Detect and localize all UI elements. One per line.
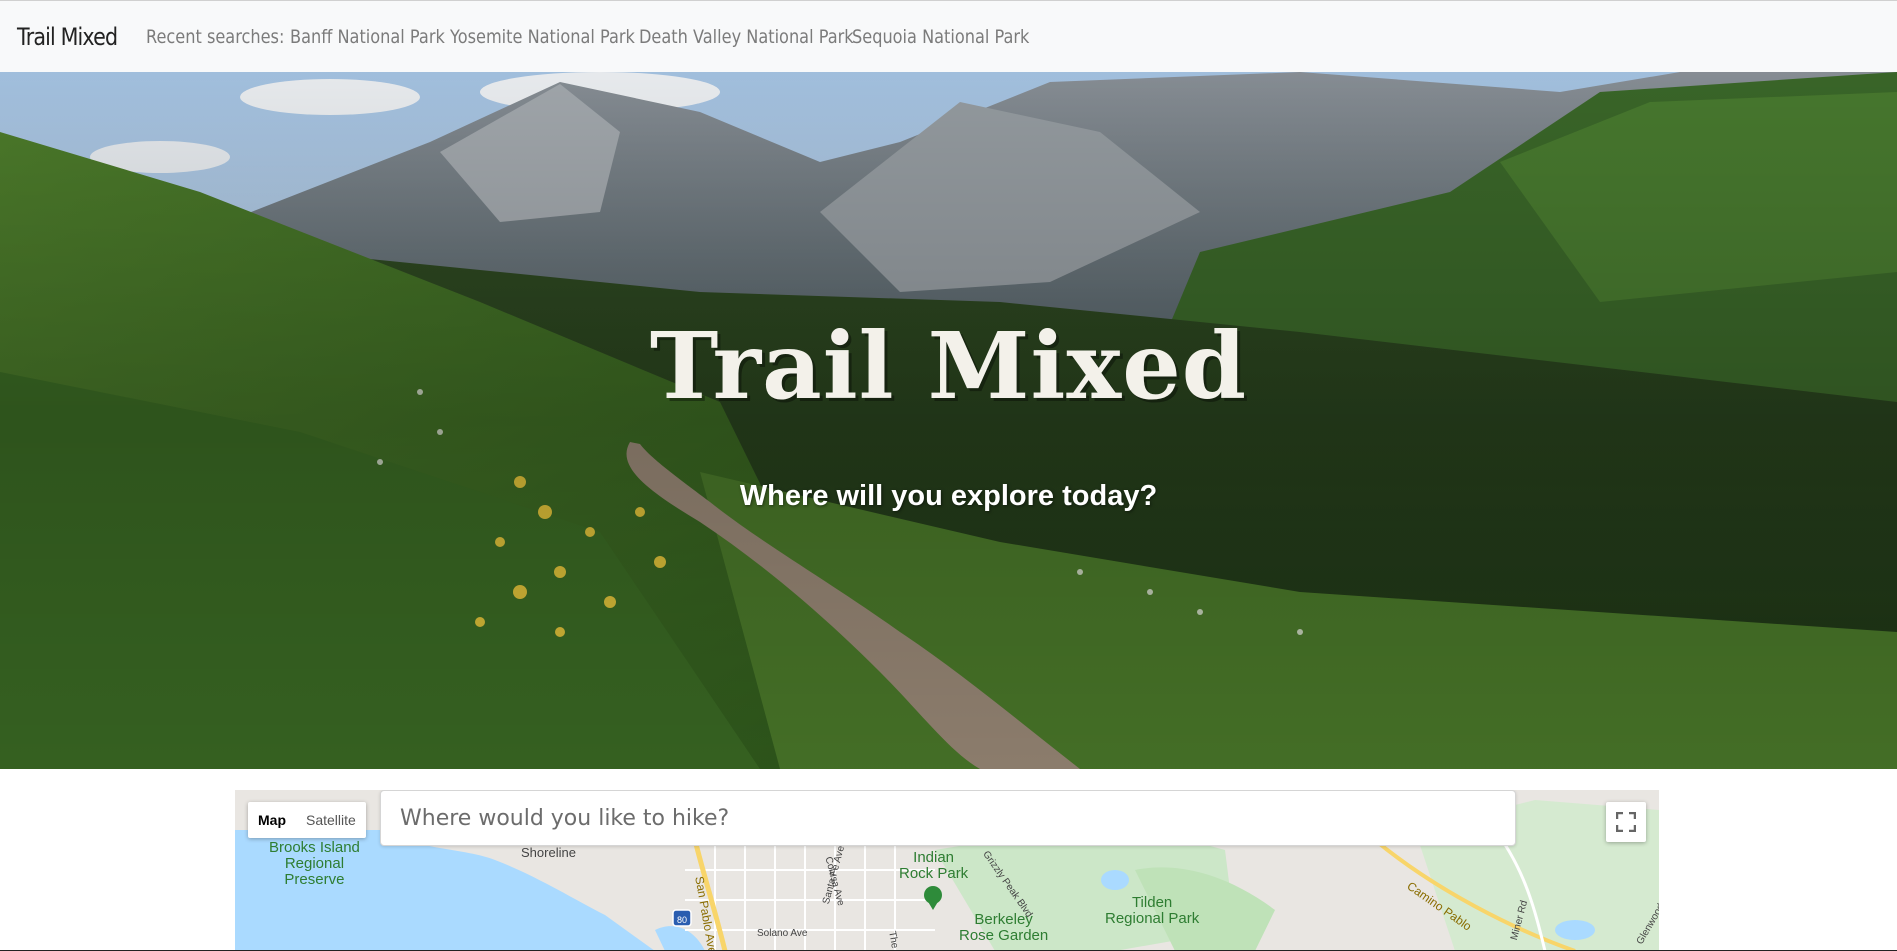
hero-background-image	[0, 72, 1897, 769]
map-label-the: The	[886, 930, 901, 950]
navbar-brand[interactable]: Trail Mixed	[17, 23, 118, 51]
map-label-indian-rock-park: Indian Rock Park	[899, 849, 969, 882]
recent-search-link[interactable]: Death Valley National Park	[639, 26, 854, 48]
recent-search-link[interactable]: Banff National Park	[290, 26, 445, 48]
hike-search-input[interactable]	[380, 790, 1516, 846]
fullscreen-icon	[1616, 812, 1636, 832]
hero-title: Trail Mixed	[649, 312, 1248, 420]
recent-search-link[interactable]: Sequoia National Park	[852, 26, 1029, 48]
recent-search-link[interactable]: Yosemite National Park	[450, 26, 635, 48]
navbar: Trail Mixed Recent searches: Banff Natio…	[0, 0, 1897, 72]
hero-subtitle: Where will you explore today?	[739, 480, 1158, 512]
map-view-button[interactable]: Map	[248, 802, 296, 838]
fullscreen-button[interactable]	[1606, 802, 1646, 842]
map-label-tilden-regional-park: Tilden Regional Park	[1105, 894, 1200, 927]
interstate-shield-icon: 80	[676, 915, 687, 925]
map-label-solano-ave: Solano Ave	[757, 928, 808, 939]
map-type-control: Map Satellite	[248, 802, 366, 838]
map-label-berkeley-rose-garden: Berkeley Rose Garden	[959, 911, 1049, 944]
hero-banner: Trail Mixed Where will you explore today…	[0, 72, 1897, 769]
satellite-view-button[interactable]: Satellite	[296, 802, 366, 838]
map-label-brooks-island: Brooks Island Regional Preserve	[269, 839, 360, 888]
recent-searches: Recent searches: Banff National Park Yos…	[145, 25, 1029, 48]
recent-searches-label: Recent searches:	[145, 25, 284, 48]
map-container[interactable]: Map Satellite Brooks Island Regional Pre…	[235, 790, 1659, 951]
map-label-shoreline: Shoreline	[521, 845, 576, 860]
